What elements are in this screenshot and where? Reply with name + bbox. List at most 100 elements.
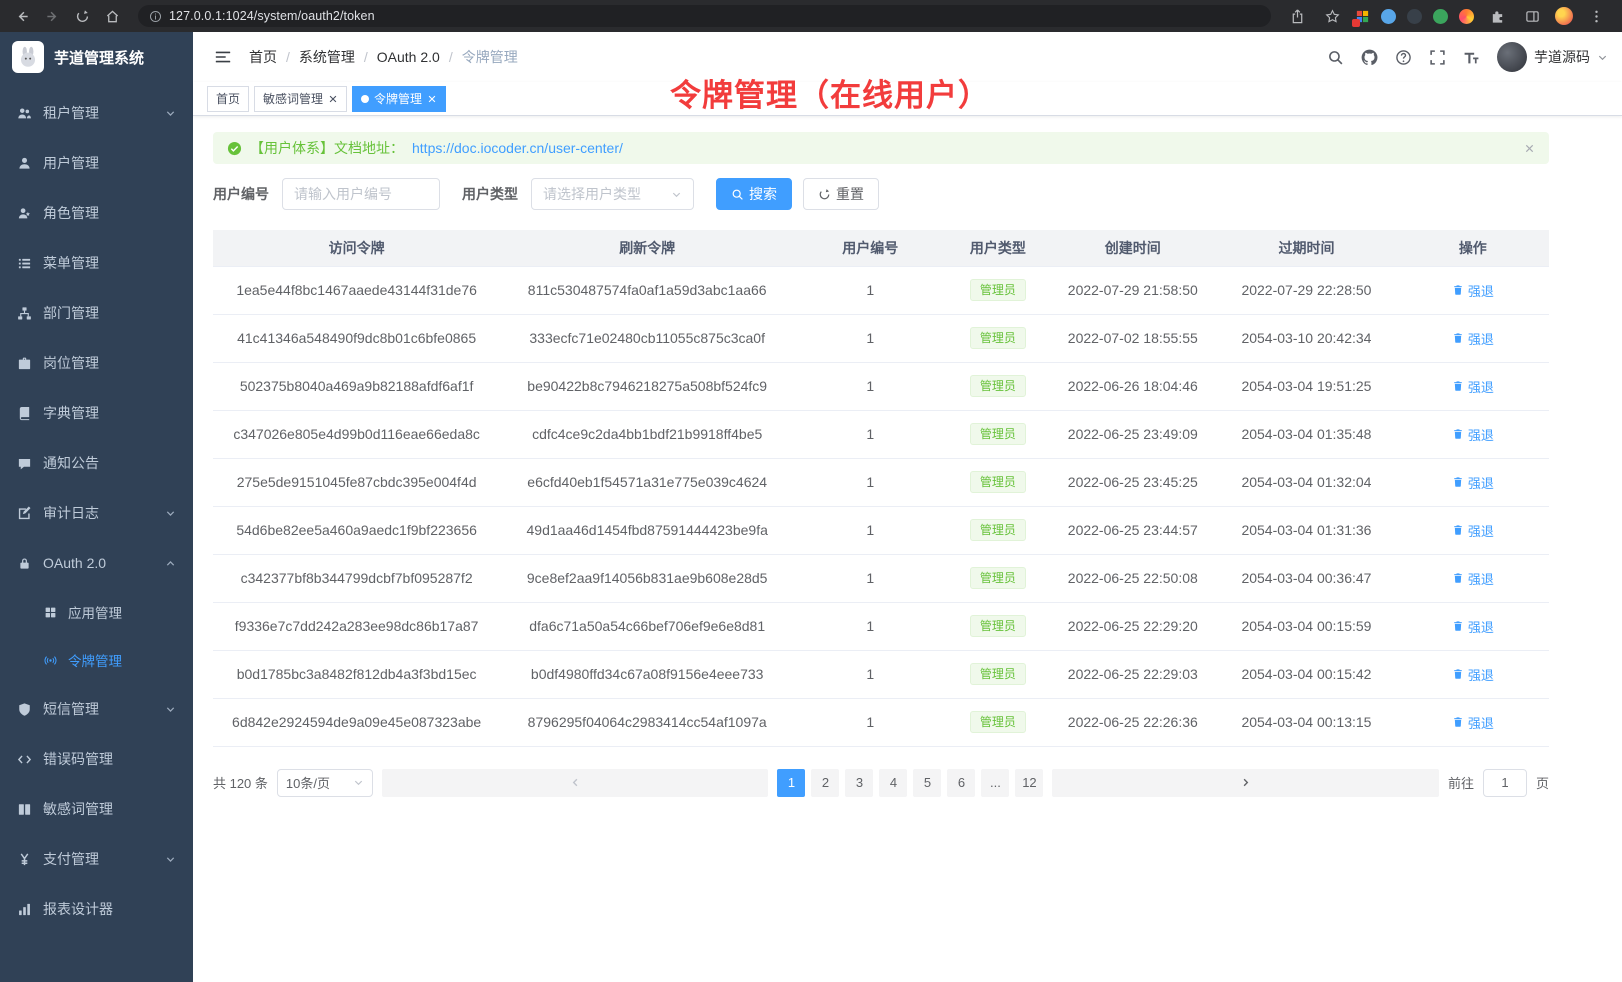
browser-chrome: 127.0.0.1:1024/system/oauth2/token <box>0 0 1622 32</box>
topbar-tools: 芋道源码 <box>1327 42 1608 72</box>
sidebar-item-label: 部门管理 <box>43 303 176 323</box>
page-button-1[interactable]: 1 <box>777 769 805 797</box>
breadcrumb-item: 令牌管理 <box>462 47 518 67</box>
user-type-cell: 管理员 <box>946 602 1049 650</box>
address-bar[interactable]: 127.0.0.1:1024/system/oauth2/token <box>138 5 1271 27</box>
user-menu[interactable]: 芋道源码 <box>1497 42 1608 72</box>
search-icon <box>731 188 744 201</box>
access-token-cell: 502375b8040a469a9b82188afdf6af1f <box>213 362 500 410</box>
force-logout-button[interactable]: 强退 <box>1452 521 1494 540</box>
alert-close-icon[interactable] <box>1524 143 1535 154</box>
page-button-4[interactable]: 4 <box>879 769 907 797</box>
force-logout-button[interactable]: 强退 <box>1452 713 1494 732</box>
profile-icon[interactable] <box>1555 7 1573 25</box>
tab-token[interactable]: 令牌管理 <box>352 86 446 112</box>
search-button[interactable]: 搜索 <box>716 178 792 210</box>
tab-sensitive-word[interactable]: 敏感词管理 <box>254 86 347 112</box>
user-id-input[interactable] <box>282 178 440 210</box>
sidebar-item-pay[interactable]: 支付管理 <box>0 834 193 884</box>
page-size-select[interactable]: 10条/页 <box>277 769 373 797</box>
sidebar-item-label: 短信管理 <box>43 699 154 719</box>
sidebar-item-notice[interactable]: 通知公告 <box>0 438 193 488</box>
force-logout-button[interactable]: 强退 <box>1452 617 1494 636</box>
page-button-3[interactable]: 3 <box>845 769 873 797</box>
force-logout-button[interactable]: 强退 <box>1452 329 1494 348</box>
user-type-badge: 管理员 <box>970 375 1026 397</box>
sidebar-item-post[interactable]: 岗位管理 <box>0 338 193 388</box>
user-type-select[interactable]: 请选择用户类型 <box>531 178 694 210</box>
page-button-5[interactable]: 5 <box>913 769 941 797</box>
sidebar-item-role[interactable]: 角色管理 <box>0 188 193 238</box>
tenant-icon <box>17 106 32 121</box>
browser-toolbar <box>1285 4 1612 28</box>
search-icon[interactable] <box>1327 49 1344 66</box>
force-logout-button[interactable]: 强退 <box>1452 665 1494 684</box>
split-icon[interactable] <box>1520 4 1544 28</box>
tab-close-icon[interactable] <box>427 94 437 104</box>
tab-close-icon[interactable] <box>328 94 338 104</box>
reset-button[interactable]: 重置 <box>803 178 879 210</box>
column-header: 用户编号 <box>794 230 946 266</box>
font-size-icon[interactable] <box>1463 49 1480 66</box>
share-icon[interactable] <box>1285 4 1309 28</box>
sidebar-item-error-code[interactable]: 错误码管理 <box>0 734 193 784</box>
sidebar-item-dict[interactable]: 字典管理 <box>0 388 193 438</box>
force-logout-button[interactable]: 强退 <box>1452 569 1494 588</box>
ext-green-icon[interactable] <box>1433 9 1448 24</box>
ext-dark-icon[interactable] <box>1407 9 1422 24</box>
force-logout-button[interactable]: 强退 <box>1452 281 1494 300</box>
reset-button-label: 重置 <box>836 184 864 204</box>
trash-icon <box>1452 332 1464 344</box>
role-icon <box>17 206 32 221</box>
page-more-button[interactable]: ... <box>981 769 1009 797</box>
force-logout-button[interactable]: 强退 <box>1452 473 1494 492</box>
doc-link[interactable]: https://doc.iocoder.cn/user-center/ <box>412 140 623 156</box>
sidebar-item-label: 用户管理 <box>43 153 176 173</box>
sidebar-item-oauth2-token[interactable]: 令牌管理 <box>0 636 193 684</box>
goto-page-input[interactable] <box>1483 769 1527 797</box>
force-logout-button[interactable]: 强退 <box>1452 425 1494 444</box>
help-icon[interactable] <box>1395 49 1412 66</box>
refresh-token-cell: 8796295f04064c2983414cc54af1097a <box>500 698 794 746</box>
sidebar-item-dept[interactable]: 部门管理 <box>0 288 193 338</box>
menu-icon[interactable] <box>1584 4 1608 28</box>
breadcrumb-item[interactable]: 系统管理 <box>299 47 355 67</box>
star-icon[interactable] <box>1320 4 1344 28</box>
sidebar-item-menu[interactable]: 菜单管理 <box>0 238 193 288</box>
sidebar-item-sms[interactable]: 短信管理 <box>0 684 193 734</box>
page-button-6[interactable]: 6 <box>947 769 975 797</box>
force-logout-button[interactable]: 强退 <box>1452 377 1494 396</box>
sidebar-item-oauth2-app[interactable]: 应用管理 <box>0 588 193 636</box>
page-button-12[interactable]: 12 <box>1015 769 1043 797</box>
sidebar-item-oauth2[interactable]: OAuth 2.0 <box>0 538 193 588</box>
tab-home[interactable]: 首页 <box>207 86 249 112</box>
next-page-button[interactable] <box>1052 769 1439 797</box>
github-icon[interactable] <box>1361 49 1378 66</box>
collapse-sidebar-button[interactable] <box>207 41 239 73</box>
sidebar-item-report-designer[interactable]: 报表设计器 <box>0 884 193 934</box>
sidebar-item-audit-log[interactable]: 审计日志 <box>0 488 193 538</box>
ext-blue-icon[interactable] <box>1381 9 1396 24</box>
expire-time-cell: 2054-03-04 01:35:48 <box>1216 410 1396 458</box>
back-icon[interactable] <box>10 4 34 28</box>
fullscreen-icon[interactable] <box>1429 49 1446 66</box>
sidebar-item-sensitive-word[interactable]: 敏感词管理 <box>0 784 193 834</box>
user-name: 芋道源码 <box>1534 47 1590 67</box>
sidebar-item-tenant[interactable]: 租户管理 <box>0 88 193 138</box>
breadcrumb-item[interactable]: OAuth 2.0 <box>377 49 440 65</box>
forward-icon[interactable] <box>40 4 64 28</box>
app-logo[interactable]: 芋道管理系统 <box>0 32 193 82</box>
page-button-2[interactable]: 2 <box>811 769 839 797</box>
site-info-icon[interactable] <box>149 10 162 23</box>
user-type-badge: 管理员 <box>970 663 1026 685</box>
prev-page-button[interactable] <box>382 769 769 797</box>
home-icon[interactable] <box>100 4 124 28</box>
sidebar-item-user[interactable]: 用户管理 <box>0 138 193 188</box>
refresh-page-icon[interactable] <box>70 4 94 28</box>
ext-pixel-icon[interactable] <box>1355 9 1370 24</box>
ext-orange-icon[interactable] <box>1459 9 1474 24</box>
puzzle-icon[interactable] <box>1485 4 1509 28</box>
pay-icon <box>17 852 32 867</box>
breadcrumb-item[interactable]: 首页 <box>249 47 277 67</box>
user-id-cell: 1 <box>794 410 946 458</box>
